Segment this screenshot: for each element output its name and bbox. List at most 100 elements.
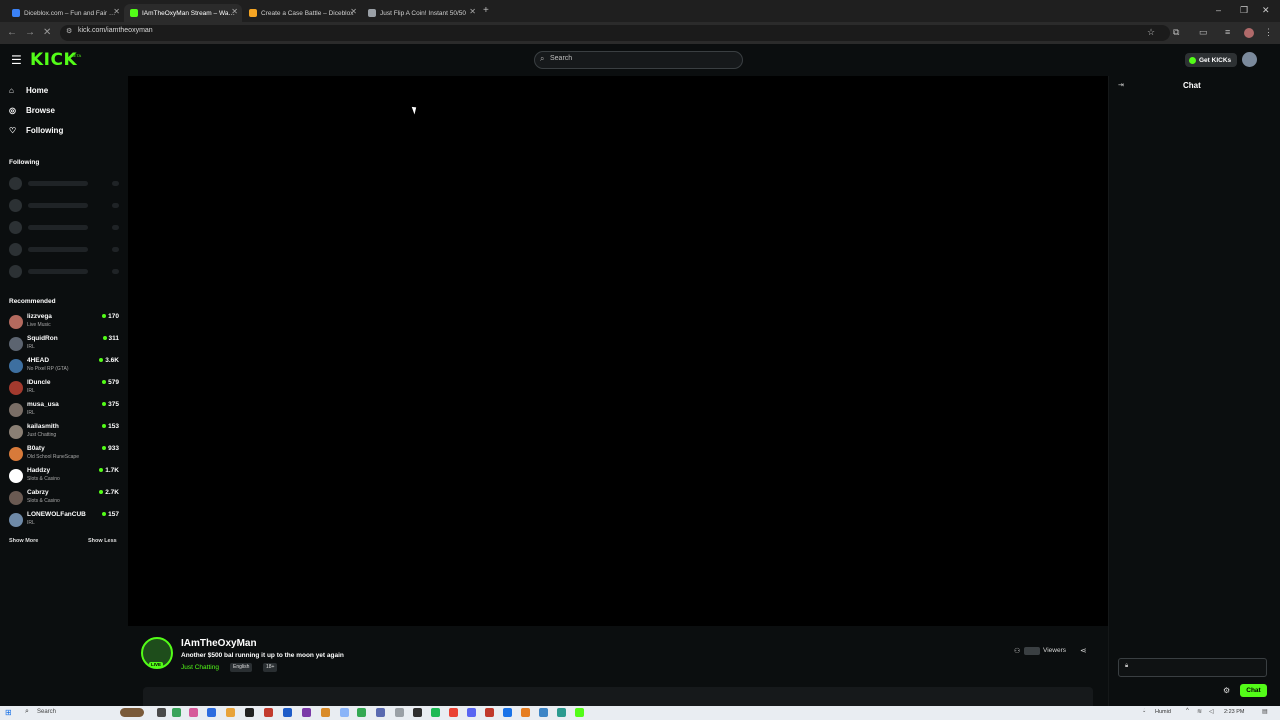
- recommended-channel[interactable]: Cabrzy Slots & Casino 2.7K: [9, 489, 121, 509]
- taskbar-widget-icon[interactable]: [120, 708, 144, 717]
- channel-category: Live Music: [27, 322, 51, 328]
- taskbar-app-icon[interactable]: [264, 708, 273, 717]
- cast-icon[interactable]: ▭: [1199, 27, 1208, 38]
- taskbar-app-icon[interactable]: [395, 708, 404, 717]
- channel-name: lizzvega: [27, 313, 52, 320]
- taskbar-app-icon[interactable]: [521, 708, 530, 717]
- taskbar-app-icon[interactable]: [431, 708, 440, 717]
- stream-category-link[interactable]: Just Chatting: [181, 664, 219, 671]
- browser-address-bar: ← → ✕: [0, 22, 1280, 44]
- taskbar-app-icon[interactable]: [485, 708, 494, 717]
- url-text[interactable]: kick.com/iamtheoxyman: [78, 27, 153, 34]
- show-more-button[interactable]: Show More: [9, 538, 38, 544]
- taskbar-app-icon[interactable]: [376, 708, 385, 717]
- reload-icon[interactable]: ✕: [43, 27, 51, 38]
- close-tab-icon[interactable]: ✕: [469, 7, 476, 16]
- browser-tab-diceblox[interactable]: Diceblox.com – Fun and Fair Gambling ✕: [6, 4, 124, 22]
- channel-avatar: [9, 315, 23, 329]
- recommended-channel[interactable]: musa_usa IRL 375: [9, 401, 121, 421]
- viewers-label: Viewers: [1043, 647, 1067, 654]
- sidebar-item-browse[interactable]: ◎ Browse: [9, 106, 55, 115]
- url-field[interactable]: [60, 25, 1170, 41]
- windows-start-icon[interactable]: ⊞: [5, 708, 12, 717]
- taskbar-app-icon[interactable]: [172, 708, 181, 717]
- profile-icon[interactable]: [1244, 28, 1254, 38]
- channel-name: musa_usa: [27, 401, 59, 408]
- viewer-count: 2.7K: [99, 489, 119, 496]
- browser-tab-case-battle[interactable]: Create a Case Battle – Diceblox ✕: [243, 4, 361, 22]
- recommended-channel[interactable]: 4HEAD No Pixel RP (GTA) 3.6K: [9, 357, 121, 377]
- recommended-channel[interactable]: Haddzy Slots & Casino 1.7K: [9, 467, 121, 487]
- taskbar-app-icon[interactable]: [340, 708, 349, 717]
- notifications-icon[interactable]: ▤: [1262, 708, 1268, 715]
- restore-icon[interactable]: ❐: [1240, 5, 1248, 16]
- gear-icon[interactable]: ⚙: [1223, 686, 1230, 695]
- close-tab-icon[interactable]: ✕: [231, 7, 238, 16]
- sidebar-item-label: Following: [26, 126, 64, 135]
- sidebar-item-following[interactable]: ♡ Following: [9, 126, 63, 135]
- taskbar-app-icon[interactable]: [467, 708, 476, 717]
- following-skeleton-row: [9, 243, 119, 256]
- kick-app-icon[interactable]: [575, 708, 584, 717]
- close-tab-icon[interactable]: ✕: [350, 7, 357, 16]
- recommended-channel[interactable]: LONEWOLFanCUB IRL 157: [9, 511, 121, 531]
- taskbar-app-icon[interactable]: [413, 708, 422, 717]
- forward-icon[interactable]: →: [25, 27, 35, 38]
- weather-label[interactable]: Humid: [1155, 709, 1171, 715]
- collapse-chat-icon[interactable]: ⇥: [1118, 81, 1124, 89]
- chat-input[interactable]: [1118, 658, 1267, 677]
- new-tab-icon[interactable]: +: [483, 5, 489, 16]
- folder-icon[interactable]: [226, 708, 235, 717]
- tag-chip[interactable]: 18+: [263, 663, 278, 672]
- clock[interactable]: 2:23 PM: [1224, 709, 1244, 715]
- taskbar-app-icon[interactable]: [449, 708, 458, 717]
- recommended-channel[interactable]: SquidRon IRL 311: [9, 335, 121, 355]
- show-less-button[interactable]: Show Less: [88, 538, 117, 544]
- more-options-icon[interactable]: ⋮: [1264, 27, 1273, 38]
- tray-chevron-icon[interactable]: ^: [1186, 708, 1189, 714]
- user-avatar[interactable]: [1242, 52, 1257, 67]
- taskbar-app-icon[interactable]: [302, 708, 311, 717]
- recommended-channel[interactable]: kailasmith Just Chatting 153: [9, 423, 121, 443]
- video-player[interactable]: [128, 76, 1108, 626]
- channel-name: SquidRon: [27, 335, 58, 342]
- taskbar-search-label[interactable]: Search: [37, 709, 56, 715]
- task-view-icon[interactable]: [157, 708, 166, 717]
- extensions-icon[interactable]: ⧉: [1173, 27, 1179, 38]
- taskbar-app-icon[interactable]: [245, 708, 254, 717]
- recommended-channel[interactable]: lDuncle IRL 579: [9, 379, 121, 399]
- tab-label: Diceblox.com – Fun and Fair Gambling: [24, 9, 118, 17]
- sidebar-item-home[interactable]: ⌂ Home: [9, 86, 48, 95]
- back-icon[interactable]: ←: [7, 27, 17, 38]
- close-tab-icon[interactable]: ✕: [113, 7, 120, 16]
- menu-lines-icon[interactable]: ≡: [1225, 27, 1230, 37]
- recommended-channel[interactable]: lizzvega Live Music 170: [9, 313, 121, 333]
- taskbar-app-icon[interactable]: [539, 708, 548, 717]
- taskbar-app-icon[interactable]: [283, 708, 292, 717]
- hamburger-menu-icon[interactable]: ☰: [11, 53, 22, 67]
- taskbar-app-icon[interactable]: [321, 708, 330, 717]
- site-info-icon[interactable]: ⚙: [66, 27, 72, 35]
- recommended-channel[interactable]: B0aty Old School RuneScape 933: [9, 445, 121, 465]
- browser-tab-flip-coin[interactable]: Just Flip A Coin! Instant 50/50 ✕: [362, 4, 480, 22]
- edge-icon[interactable]: [207, 708, 216, 717]
- following-section-title: Following: [9, 159, 40, 166]
- share-icon[interactable]: ⋖: [1080, 646, 1087, 655]
- live-dot-icon: [102, 446, 107, 451]
- channel-category: Slots & Casino: [27, 498, 60, 504]
- wifi-icon[interactable]: ≋: [1197, 708, 1202, 715]
- chrome-icon[interactable]: [357, 708, 366, 717]
- taskbar-app-icon[interactable]: [503, 708, 512, 717]
- browser-tab-kick[interactable]: IAmTheOxyMan Stream – Watch Live on Kick…: [124, 4, 242, 22]
- minimize-icon[interactable]: –: [1216, 5, 1221, 15]
- browser-tab-bar: Diceblox.com – Fun and Fair Gambling ✕ I…: [0, 0, 1280, 22]
- get-kicks-button[interactable]: Get KICKs: [1185, 53, 1237, 67]
- close-window-icon[interactable]: ✕: [1262, 5, 1270, 16]
- chat-send-button[interactable]: Chat: [1240, 684, 1267, 697]
- tag-chip[interactable]: English: [230, 663, 253, 672]
- taskbar-app-icon[interactable]: [189, 708, 198, 717]
- streamer-name[interactable]: IAmTheOxyMan: [181, 638, 257, 649]
- taskbar-app-icon[interactable]: [557, 708, 566, 717]
- bookmark-star-icon[interactable]: ☆: [1147, 27, 1155, 38]
- volume-icon[interactable]: ◁: [1209, 708, 1214, 715]
